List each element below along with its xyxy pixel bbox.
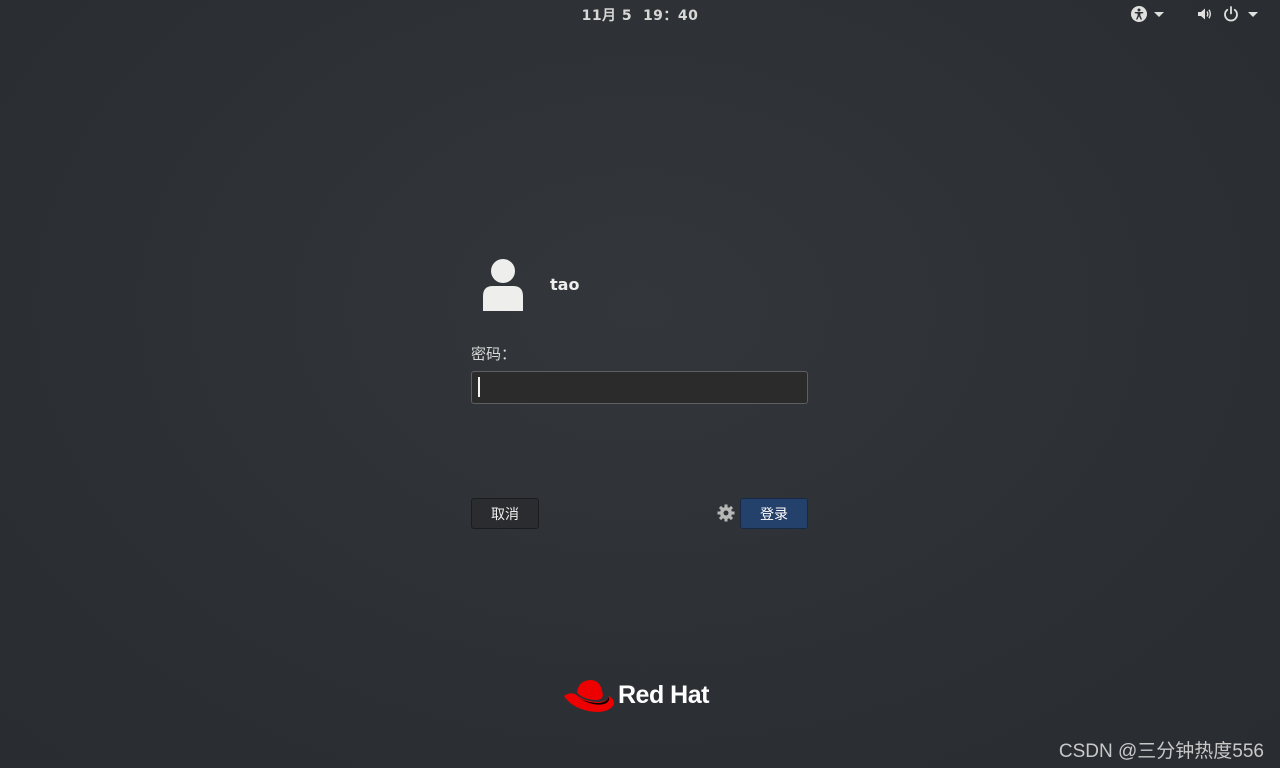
clock[interactable]: 11月 5 19：40	[0, 5, 1280, 25]
redhat-hat-icon	[564, 680, 615, 712]
password-input[interactable]	[471, 371, 808, 404]
volume-icon	[1198, 8, 1211, 20]
accessibility-dropdown-arrow-icon	[1154, 11, 1164, 17]
username: tao	[550, 274, 580, 294]
clock-date: 11月 5	[581, 8, 633, 24]
redhat-logo: Red Hat	[563, 675, 709, 715]
user-entry: tao	[478, 254, 579, 314]
cancel-button[interactable]: 取消	[471, 498, 539, 529]
system-dropdown-arrow-icon	[1248, 11, 1258, 17]
clock-time: 19：40	[642, 8, 699, 24]
system-menu[interactable]	[1196, 3, 1258, 25]
text-cursor	[478, 377, 480, 397]
password-label: 密码：	[471, 345, 517, 363]
power-icon	[1224, 6, 1238, 22]
accessibility-icon	[1131, 6, 1147, 22]
login-button[interactable]: 登录	[740, 498, 808, 529]
top-bar: 11月 5 19：40	[0, 0, 1280, 28]
user-avatar-icon	[483, 259, 523, 311]
session-settings-gear-icon[interactable]	[716, 503, 736, 523]
watermark: CSDN @三分钟热度556	[1058, 741, 1264, 762]
redhat-logo-text: Red Hat	[618, 680, 709, 709]
accessibility-menu[interactable]	[1130, 3, 1164, 25]
